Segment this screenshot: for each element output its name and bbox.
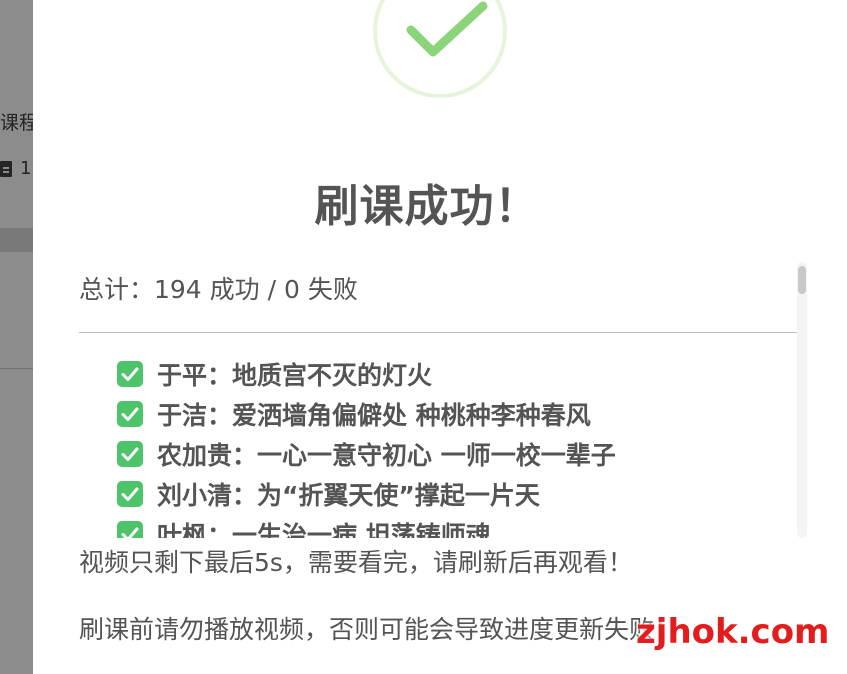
result-scrollbar[interactable]	[797, 262, 807, 538]
course-title: 于平：地质宫不灭的灯火	[157, 361, 433, 390]
check-mark-icon	[117, 481, 143, 507]
check-mark-icon	[117, 521, 143, 538]
check-mark-icon	[117, 401, 143, 427]
list-item: 农加贵：一心一意守初心 一师一校一辈子	[117, 434, 616, 474]
modal-title: 刷课成功！	[314, 181, 540, 232]
course-title: 刘小清：为“折翼天使”撑起一片天	[157, 481, 540, 510]
course-title: 于洁：爱洒墙角偏僻处 种桃种李种春风	[157, 401, 591, 430]
check-mark-icon	[117, 441, 143, 467]
check-mark-icon	[117, 361, 143, 387]
check-circle-icon	[373, 0, 507, 98]
course-title: 农加贵：一心一意守初心 一师一校一辈子	[157, 441, 616, 470]
notice-text-reload: 视频只剩下最后5s，需要看完，请刷新后再观看！	[79, 548, 633, 577]
summary-divider	[79, 332, 799, 333]
list-item: 叶枫：一生治一病 坦荡铸师魂	[117, 514, 616, 538]
list-item: 于洁：爱洒墙角偏僻处 种桃种李种春风	[117, 394, 616, 434]
course-list: 于平：地质宫不灭的灯火 于洁：爱洒墙角偏僻处 种桃种李种春风 农加贵：一心一意守…	[117, 354, 616, 538]
list-item: 刘小清：为“折翼天使”撑起一片天	[117, 474, 616, 514]
notice-text-warning: 刷课前请勿播放视频，否则可能会导致进度更新失败！	[79, 615, 680, 644]
success-modal: 刷课成功！ 总计：194 成功 / 0 失败 于平：地质宫不灭的灯火 于洁：爱洒…	[33, 0, 847, 674]
list-item: 于平：地质宫不灭的灯火	[117, 354, 616, 394]
site-watermark: zjhok.com	[636, 612, 830, 652]
result-scroll-area[interactable]: 总计：194 成功 / 0 失败 于平：地质宫不灭的灯火 于洁：爱洒墙角偏僻处 …	[79, 262, 809, 538]
result-summary: 总计：194 成功 / 0 失败	[79, 275, 358, 304]
course-title: 叶枫：一生治一病 坦荡铸师魂	[157, 521, 491, 538]
scrollbar-thumb[interactable]	[798, 266, 806, 294]
